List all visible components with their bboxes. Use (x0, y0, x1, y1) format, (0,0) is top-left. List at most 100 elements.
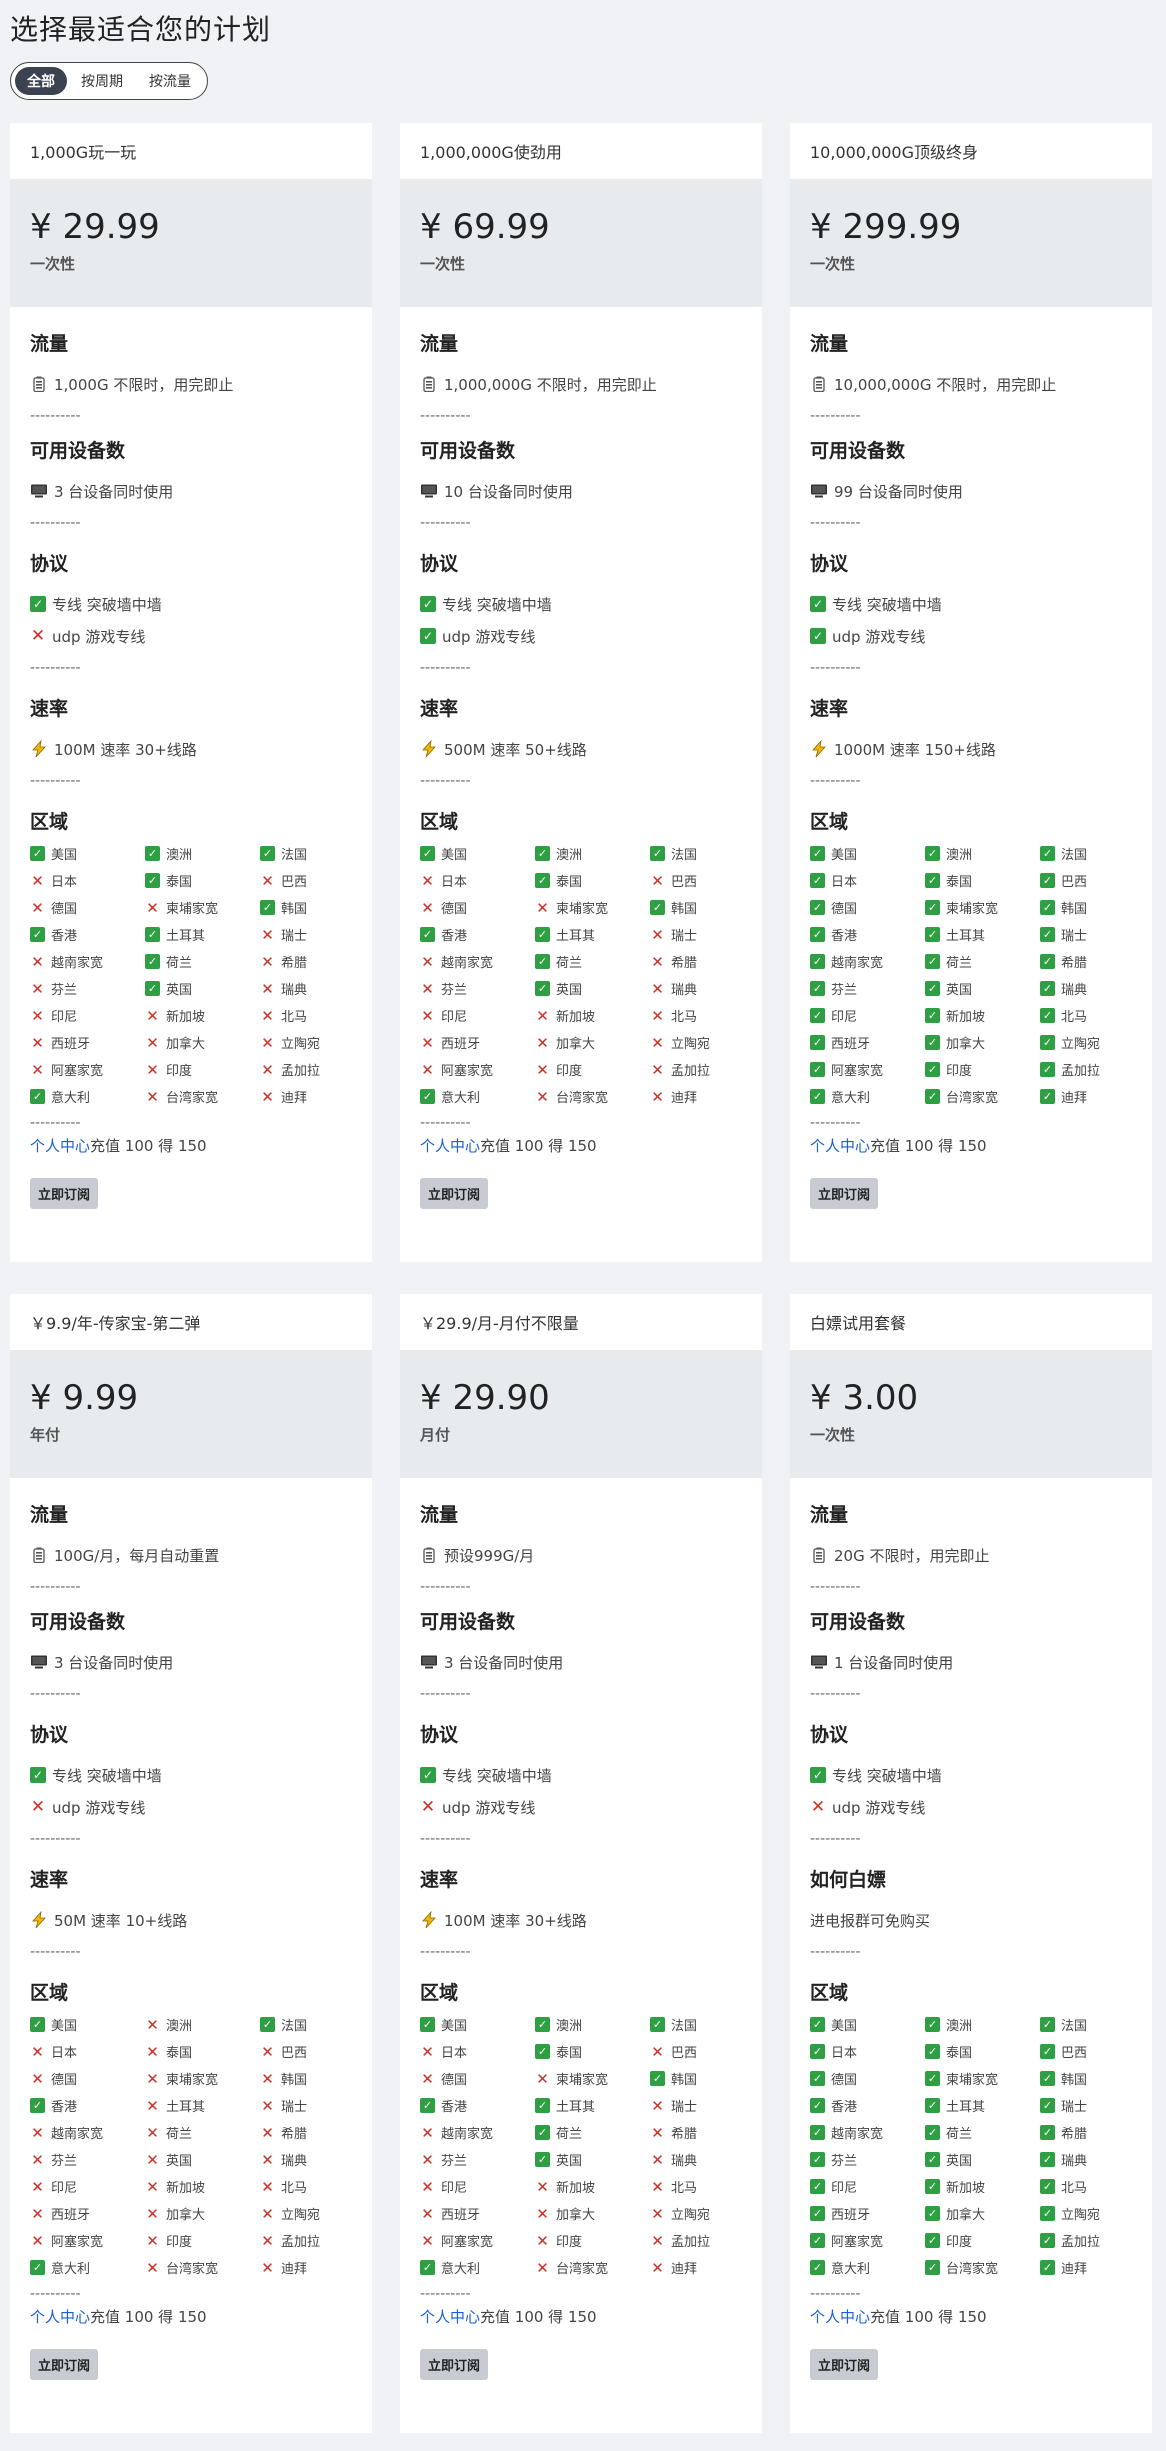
protocol-line: ✕ udp 游戏专线 (420, 1791, 742, 1823)
region-item: ✕ 瑞典 (260, 975, 375, 1002)
personal-center-link[interactable]: 个人中心 (810, 1135, 870, 1156)
check-icon: ✓ (650, 846, 665, 861)
subscribe-button[interactable]: 立即订阅 (810, 2349, 879, 2380)
personal-center-link[interactable]: 个人中心 (810, 2306, 870, 2327)
region-name: 澳洲 (166, 2019, 193, 2034)
plan-period: 月付 (420, 1426, 451, 1444)
filter-tab[interactable]: 按流量 (137, 67, 203, 95)
speed-line: 100M 速率 30+线路 (30, 733, 352, 765)
check-icon: ✓ (810, 2152, 825, 2167)
region-name: 澳洲 (556, 848, 583, 863)
region-name: 印度 (166, 2235, 193, 2250)
separator: ---------- (420, 1115, 471, 1131)
region-name: 泰国 (946, 2046, 973, 2061)
region-name: 孟加拉 (281, 2235, 321, 2250)
check-icon: ✓ (535, 927, 550, 942)
region-name: 德国 (831, 902, 858, 917)
cross-icon: ✕ (421, 2123, 434, 2142)
protocol-text: 专线 突破墙中墙 (52, 1766, 162, 1785)
personal-center-link[interactable]: 个人中心 (30, 1135, 90, 1156)
plan-period: 一次性 (810, 1426, 856, 1444)
region-name: 德国 (51, 902, 78, 917)
subscribe-button[interactable]: 立即订阅 (810, 1178, 879, 1209)
region-item: ✕ 新加坡 (535, 2173, 650, 2200)
region-name: 台湾家宽 (556, 1091, 609, 1106)
region-name: 巴西 (1061, 2046, 1088, 2061)
region-item: ✕ 阿塞家宽 (30, 2227, 145, 2254)
region-name: 美国 (441, 2019, 468, 2034)
cross-icon: ✕ (421, 2069, 434, 2088)
region-item: ✓ 法国 (260, 2011, 375, 2038)
subscribe-button[interactable]: 立即订阅 (420, 1178, 489, 1209)
region-name: 加拿大 (166, 2208, 206, 2223)
separator: ---------- (30, 1579, 81, 1595)
region-item: ✓ 芬兰 (810, 2146, 925, 2173)
plan-name: 白嫖试用套餐 (810, 1314, 907, 1333)
subscribe-button[interactable]: 立即订阅 (30, 1178, 99, 1209)
section-title: 协议 (810, 1724, 849, 1746)
traffic-text: 20G 不限时，用完即止 (834, 1546, 990, 1565)
section-title: 区域 (420, 811, 459, 833)
region-name: 加拿大 (556, 2208, 596, 2223)
protocol-line: ✓ 专线 突破墙中墙 (420, 588, 742, 620)
region-item: ✓ 美国 (810, 840, 925, 867)
cross-icon: ✕ (261, 2150, 274, 2169)
subscribe-button[interactable]: 立即订阅 (420, 2349, 489, 2380)
region-name: 法国 (281, 2019, 308, 2034)
region-item: ✓ 土耳其 (535, 921, 650, 948)
speed-line: 100M 速率 30+线路 (420, 1904, 742, 1936)
region-name: 北马 (671, 2181, 698, 2196)
subscribe-button[interactable]: 立即订阅 (30, 2349, 99, 2380)
cross-icon: ✕ (536, 1060, 549, 1079)
region-name: 孟加拉 (671, 1064, 711, 1079)
region-name: 希腊 (281, 2127, 308, 2142)
region-item: ✕ 加拿大 (535, 2200, 650, 2227)
region-item: ✕ 新加坡 (145, 1002, 260, 1029)
region-name: 台湾家宽 (166, 1091, 219, 1106)
cross-icon: ✕ (536, 2069, 549, 2088)
check-icon: ✓ (810, 1008, 825, 1023)
separator: ---------- (30, 2286, 81, 2302)
separator: ---------- (420, 660, 471, 676)
region-name: 北马 (281, 1010, 308, 1025)
protocol-text: udp 游戏专线 (52, 627, 146, 646)
devices-text: 3 台设备同时使用 (54, 1653, 174, 1672)
cross-icon: ✕ (31, 2123, 44, 2142)
section-title: 速率 (30, 698, 69, 720)
separator: ---------- (810, 1686, 861, 1702)
check-icon: ✓ (1040, 900, 1055, 915)
region-item: ✓ 印尼 (810, 2173, 925, 2200)
region-item: ✓ 新加坡 (925, 1002, 1040, 1029)
check-icon: ✓ (30, 596, 46, 612)
region-item: ✕ 台湾家宽 (535, 1083, 650, 1110)
cross-icon: ✕ (261, 2123, 274, 2142)
region-item: ✕ 巴西 (650, 867, 765, 894)
speed-line: 50M 速率 10+线路 (30, 1904, 352, 1936)
region-item: ✓ 柬埔家宽 (925, 894, 1040, 921)
cross-icon: ✕ (536, 1006, 549, 1025)
region-name: 孟加拉 (1061, 1064, 1101, 1079)
personal-center-link[interactable]: 个人中心 (420, 1135, 480, 1156)
region-item: ✕ 芬兰 (420, 2146, 535, 2173)
region-name: 北马 (281, 2181, 308, 2196)
region-item: ✓ 西班牙 (810, 2200, 925, 2227)
personal-center-link[interactable]: 个人中心 (420, 2306, 480, 2327)
traffic-line: 1,000G 不限时，用完即止 (30, 368, 352, 400)
region-name: 意大利 (51, 2262, 91, 2277)
region-name: 巴西 (671, 875, 698, 890)
region-item: ✓ 香港 (810, 921, 925, 948)
check-icon: ✓ (420, 628, 436, 644)
region-list: ✓ 美国 ✓ 澳洲 ✓ 法国 ✕ 日本 ✓ 泰国 ✕ 巴西 ✕ 德国 ✕ 柬埔家宽 ✓ 韩国 ✓ 香港 ✓ 土耳其 ✕ 瑞士 ✕… (420, 2011, 742, 2281)
check-icon: ✓ (260, 846, 275, 861)
filter-tab[interactable]: 全部 (15, 67, 67, 95)
region-item: ✓ 越南家宽 (810, 2119, 925, 2146)
devices-line: 3 台设备同时使用 (30, 475, 352, 507)
personal-center-link[interactable]: 个人中心 (30, 2306, 90, 2327)
region-item: ✕ 巴西 (650, 2038, 765, 2065)
protocol-text: udp 游戏专线 (52, 1798, 146, 1817)
plan-filter: 全部 按周期 按流量 (10, 62, 208, 100)
region-item: ✕ 加拿大 (145, 2200, 260, 2227)
traffic-text: 100G/月，每月自动重置 (54, 1546, 220, 1565)
filter-tab[interactable]: 按周期 (69, 67, 135, 95)
cross-icon: ✕ (261, 1006, 274, 1025)
